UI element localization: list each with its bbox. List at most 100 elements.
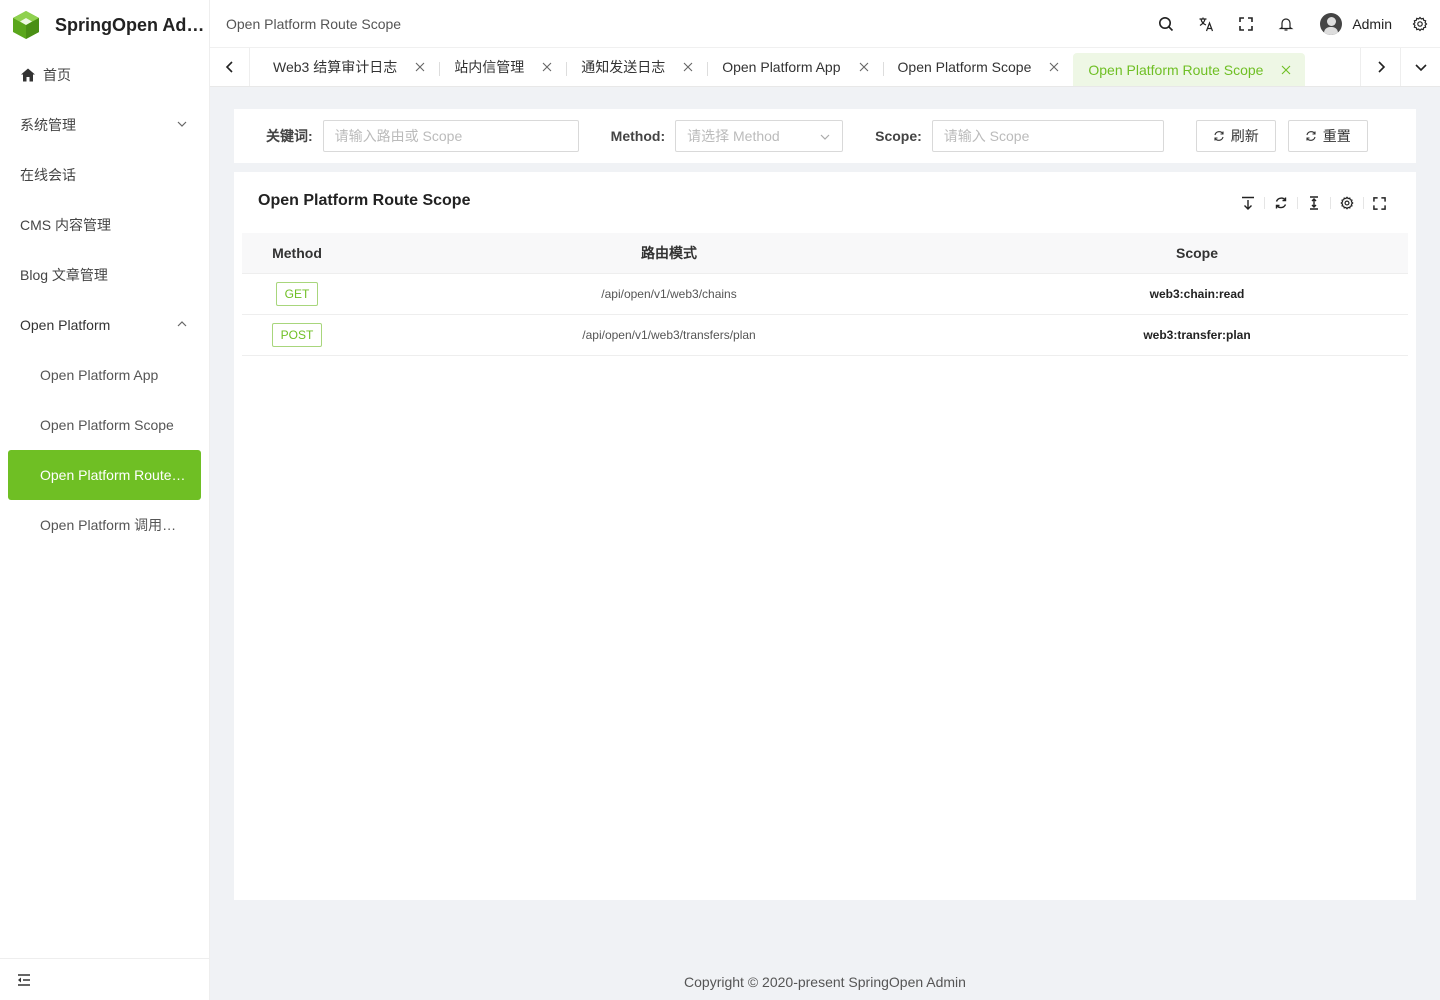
breadcrumb[interactable]: Open Platform Route Scope	[226, 16, 401, 32]
close-icon[interactable]	[1049, 62, 1059, 72]
method-label: Method:	[610, 128, 666, 144]
table-row[interactable]: GET /api/open/v1/web3/chains web3:chain:…	[242, 273, 1408, 315]
sidebar-item-label: Open Platform Route Scope	[40, 467, 188, 483]
tab-label: Open Platform App	[722, 59, 841, 75]
method-tag: POST	[271, 322, 323, 347]
tab-label: 通知发送日志	[581, 59, 666, 75]
reset-icon	[1306, 131, 1316, 141]
chevron-left-icon	[225, 61, 233, 73]
export-button[interactable]	[1231, 192, 1264, 214]
table-title: Open Platform Route Scope	[258, 192, 471, 209]
sidebar-item-open-platform-logs[interactable]: Open Platform 调用日志	[0, 500, 209, 550]
tab-label: 站内信管理	[454, 59, 525, 75]
sidebar-item-home[interactable]: 首页	[0, 50, 209, 100]
sidebar-item-system[interactable]: 系统管理	[0, 100, 209, 150]
header-actions: Admin	[1146, 0, 1440, 48]
keyword-placeholder: 请输入路由或 Scope	[334, 128, 463, 144]
home-icon	[21, 68, 35, 82]
sidebar-item-open-platform-scope[interactable]: Open Platform Scope	[0, 400, 209, 450]
search-form: 关键词: 请输入路由或 Scope Method: 请选择 Method Sco…	[234, 109, 1416, 163]
refresh-label: 刷新	[1230, 128, 1259, 144]
user-menu[interactable]: Admin	[1320, 13, 1392, 35]
keyword-label: 关键词:	[266, 128, 313, 144]
method-select[interactable]: 请选择 Method	[675, 120, 844, 152]
table-fullscreen-button[interactable]	[1363, 192, 1396, 214]
tab-open-platform-scope[interactable]: Open Platform Scope	[882, 48, 1074, 86]
tab-site-messages[interactable]: 站内信管理	[439, 48, 566, 86]
sidebar-item-label: Open Platform App	[40, 367, 159, 383]
sidebar-item-cms[interactable]: CMS 内容管理	[0, 200, 209, 250]
sidebar-item-label: Blog 文章管理	[20, 267, 108, 283]
collapse-sidebar-button[interactable]	[0, 958, 209, 1000]
route-cell: /api/open/v1/web3/chains	[352, 273, 986, 315]
sidebar-item-open-platform-app[interactable]: Open Platform App	[0, 350, 209, 400]
column-header-route[interactable]: 路由模式	[352, 233, 986, 274]
fullscreen-button[interactable]	[1226, 0, 1266, 48]
reload-button[interactable]	[1264, 192, 1297, 214]
collapse-menu-icon	[18, 973, 30, 986]
username: Admin	[1352, 16, 1392, 32]
close-icon[interactable]	[859, 62, 869, 72]
tab-scroll-left-button[interactable]	[210, 48, 250, 86]
cube-logo-icon	[13, 11, 39, 39]
table-row[interactable]: POST /api/open/v1/web3/transfers/plan we…	[242, 314, 1408, 356]
scope-cell: web3:transfer:plan	[986, 314, 1408, 356]
close-icon[interactable]	[542, 62, 552, 72]
logo[interactable]: SpringOpen Admin	[0, 0, 209, 50]
route-scope-table: Method 路由模式 Scope GET /api/open/v1/web3/…	[242, 233, 1408, 356]
search-button[interactable]	[1146, 0, 1186, 48]
settings-button[interactable]	[1400, 0, 1440, 48]
sidebar-menu: 首页 系统管理 在线会话 CMS 内容管理 Blog 文章管理 Open Pla…	[0, 50, 209, 550]
sidebar-item-label: 系统管理	[20, 117, 76, 133]
sidebar-item-label: Open Platform Scope	[40, 417, 174, 433]
table-toolbar	[1231, 192, 1396, 214]
chevron-down-icon	[177, 121, 187, 127]
sidebar: SpringOpen Admin 首页 系统管理 在线会话 CMS 内容管理 B…	[0, 0, 210, 1000]
reset-button[interactable]: 重置	[1287, 120, 1368, 152]
scope-label: Scope:	[875, 128, 922, 144]
tab-scroll-right-button[interactable]	[1360, 48, 1400, 86]
chevron-up-icon	[177, 321, 187, 327]
column-header-scope[interactable]: Scope	[986, 233, 1408, 274]
translate-icon	[1199, 17, 1214, 32]
route-cell: /api/open/v1/web3/transfers/plan	[352, 314, 986, 356]
sidebar-item-sessions[interactable]: 在线会话	[0, 150, 209, 200]
language-button[interactable]	[1186, 0, 1226, 48]
refresh-icon	[1214, 131, 1224, 141]
main-content: 关键词: 请输入路由或 Scope Method: 请选择 Method Sco…	[210, 87, 1440, 1000]
density-button[interactable]	[1297, 192, 1330, 214]
method-cell: POST	[242, 314, 352, 356]
gear-icon	[1339, 196, 1354, 210]
close-icon[interactable]	[683, 62, 693, 72]
scope-cell: web3:chain:read	[986, 273, 1408, 315]
close-icon[interactable]	[415, 62, 425, 72]
column-height-icon	[1309, 196, 1318, 210]
tab-label: Open Platform Scope	[897, 59, 1032, 75]
column-settings-button[interactable]	[1330, 192, 1363, 214]
close-icon[interactable]	[1281, 65, 1291, 75]
sidebar-item-open-platform[interactable]: Open Platform	[0, 300, 209, 350]
tab-web3-audit-log[interactable]: Web3 结算审计日志	[258, 48, 439, 86]
fullscreen-icon	[1373, 196, 1386, 210]
sidebar-item-blog[interactable]: Blog 文章管理	[0, 250, 209, 300]
search-icon	[1159, 17, 1174, 32]
tab-notification-logs[interactable]: 通知发送日志	[566, 48, 707, 86]
gear-icon	[1412, 16, 1428, 32]
chevron-down-icon	[1414, 64, 1427, 72]
sidebar-item-label: 首页	[43, 67, 71, 83]
keyword-input[interactable]: 请输入路由或 Scope	[322, 120, 579, 152]
tab-menu-button[interactable]	[1400, 48, 1440, 86]
column-header-method[interactable]: Method	[242, 233, 352, 274]
tab-open-platform-route-scope[interactable]: Open Platform Route Scope	[1073, 53, 1306, 86]
refresh-button[interactable]: 刷新	[1195, 120, 1276, 152]
export-icon	[1241, 196, 1254, 210]
tab-open-platform-app[interactable]: Open Platform App	[707, 48, 882, 86]
fullscreen-icon	[1239, 17, 1254, 31]
scope-input[interactable]: 请输入 Scope	[931, 120, 1164, 152]
notifications-button[interactable]	[1266, 0, 1306, 48]
reset-label: 重置	[1322, 128, 1351, 144]
sidebar-item-open-platform-route-scope[interactable]: Open Platform Route Scope	[8, 450, 201, 500]
scope-placeholder: 请输入 Scope	[943, 128, 1030, 144]
tab-label: Open Platform Route Scope	[1088, 61, 1264, 78]
reload-icon	[1275, 197, 1286, 209]
